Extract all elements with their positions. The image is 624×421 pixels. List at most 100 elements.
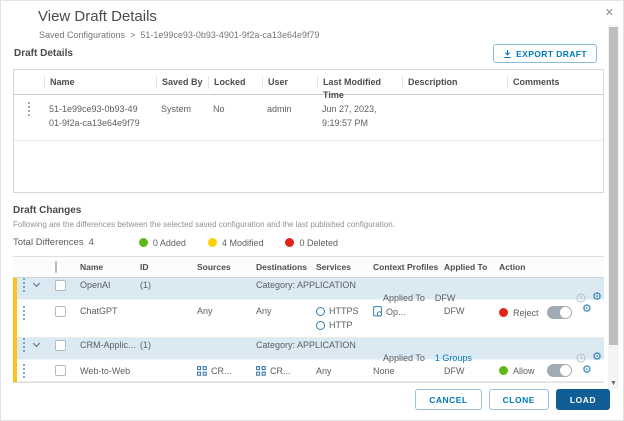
legend-modified: 4 Modified bbox=[207, 237, 264, 248]
rule-destinations: Any bbox=[256, 306, 272, 316]
breadcrumb: Saved Configurations > 51-1e99ce93-0b93-… bbox=[39, 30, 319, 40]
rule-id bbox=[136, 300, 193, 306]
export-draft-label: EXPORT DRAFT bbox=[516, 48, 587, 59]
rule-destinations[interactable]: CR... bbox=[270, 366, 291, 376]
rule-applied-to: DFW bbox=[444, 306, 465, 316]
column-applied-to: Applied To bbox=[444, 262, 488, 272]
column-user: User bbox=[262, 75, 317, 89]
column-sources: Sources bbox=[197, 262, 231, 272]
service-icon bbox=[316, 320, 325, 330]
draft-details-table: Name Saved By Locked User Last Modified … bbox=[13, 69, 604, 193]
draft-details-header-row: Name Saved By Locked User Last Modified … bbox=[14, 70, 603, 100]
group-rule-count: (1) bbox=[140, 340, 151, 350]
legend-deleted: 0 Deleted bbox=[285, 238, 338, 248]
drag-handle-icon[interactable] bbox=[19, 363, 29, 378]
modified-indicator-bar bbox=[13, 278, 17, 382]
rule-action-label: Reject bbox=[513, 307, 539, 318]
legend-added: 0 Added bbox=[138, 237, 186, 248]
column-comments: Comments bbox=[507, 75, 603, 89]
rule-applied-to: DFW bbox=[444, 365, 465, 376]
service-http[interactable]: HTTP bbox=[329, 320, 353, 330]
column-saved-by: Saved By bbox=[156, 75, 208, 89]
policy-group-row-crm[interactable]: CRM-Applic... (1) Category: APPLICATION … bbox=[13, 338, 604, 363]
chevron-down-icon[interactable] bbox=[32, 279, 41, 288]
dialog-footer: CANCEL CLONE LOAD bbox=[415, 389, 610, 410]
vertical-scrollbar[interactable]: ▼ bbox=[608, 25, 619, 389]
user-cell: admin bbox=[267, 104, 292, 114]
drag-handle-icon[interactable] bbox=[19, 338, 29, 352]
rule-name: Web-to-Web bbox=[80, 365, 131, 376]
scrollbar-thumb[interactable] bbox=[609, 27, 618, 345]
group-rule-count: (1) bbox=[140, 280, 151, 290]
clone-button[interactable]: CLONE bbox=[488, 389, 549, 410]
rule-action-label: Allow bbox=[513, 365, 535, 376]
clock-icon bbox=[576, 353, 586, 362]
service-icon bbox=[316, 306, 325, 316]
draft-name-cell: 51-1e99ce93-0b93-4901-9f2a-ca13e64e9f79 bbox=[49, 104, 140, 129]
column-services: Services bbox=[316, 262, 351, 272]
group-checkbox[interactable] bbox=[55, 339, 66, 351]
draft-changes-table: Name ID Sources Destinations Services Co… bbox=[13, 256, 604, 383]
row-menu-icon[interactable] bbox=[24, 102, 34, 116]
select-all-checkbox[interactable] bbox=[55, 261, 57, 273]
column-id: ID bbox=[140, 262, 149, 272]
cancel-button[interactable]: CANCEL bbox=[415, 389, 482, 410]
legend-modified-label: 4 Modified bbox=[221, 237, 264, 248]
rule-context-profiles: None bbox=[373, 365, 395, 376]
close-icon[interactable]: ✕ bbox=[605, 8, 614, 19]
locked-cell: No bbox=[213, 104, 225, 114]
allow-dot-icon bbox=[499, 366, 508, 375]
applied-to-label: Applied To bbox=[383, 352, 425, 363]
download-icon bbox=[504, 49, 511, 58]
draft-changes-heading: Draft Changes bbox=[13, 205, 82, 216]
gear-icon[interactable]: ⚙ bbox=[582, 365, 592, 376]
rule-checkbox[interactable] bbox=[55, 365, 66, 376]
gear-icon[interactable]: ⚙ bbox=[592, 352, 602, 363]
rule-enabled-toggle[interactable] bbox=[547, 364, 572, 377]
rule-name: ChatGPT bbox=[80, 306, 118, 316]
service-https[interactable]: HTTPS bbox=[329, 306, 359, 316]
policy-group-row-openai[interactable]: OpenAI (1) Category: APPLICATION Applied… bbox=[13, 278, 604, 303]
group-grid-icon bbox=[197, 365, 207, 376]
total-differences-label: Total Differences bbox=[13, 237, 84, 248]
page-title: View Draft Details bbox=[38, 8, 157, 25]
breadcrumb-current-draft-id: 51-1e99ce93-0b93-4901-9f2a-ca13e64e9f79 bbox=[140, 30, 320, 40]
column-locked: Locked bbox=[208, 75, 262, 89]
load-button[interactable]: LOAD bbox=[555, 389, 610, 410]
column-last-modified-time: Last Modified Time bbox=[317, 75, 402, 100]
context-profile-icon bbox=[373, 306, 382, 317]
rule-context-profiles[interactable]: Op... bbox=[386, 307, 406, 317]
drag-handle-icon[interactable] bbox=[19, 306, 29, 320]
rule-enabled-toggle[interactable] bbox=[547, 306, 572, 319]
scrollbar-down-arrow-icon[interactable]: ▼ bbox=[608, 380, 619, 387]
column-name: Name bbox=[44, 75, 156, 89]
rule-sources[interactable]: CR... bbox=[211, 366, 232, 376]
group-name: OpenAI bbox=[80, 280, 111, 290]
rule-row-web-to-web[interactable]: Web-to-Web CR... CR... Any None DFW Allo… bbox=[13, 360, 604, 382]
draft-details-heading: Draft Details bbox=[14, 48, 73, 59]
draft-details-row: 51-1e99ce93-0b93-4901-9f2a-ca13e64e9f79 … bbox=[14, 95, 603, 141]
column-description: Description bbox=[402, 75, 507, 89]
group-name: CRM-Applic... bbox=[80, 340, 136, 350]
legend-added-label: 0 Added bbox=[152, 237, 186, 248]
view-draft-details-dialog: View Draft Details ✕ Saved Configuration… bbox=[0, 0, 624, 421]
rule-checkbox[interactable] bbox=[55, 306, 66, 317]
column-action: Action bbox=[499, 262, 526, 272]
chevron-down-icon[interactable] bbox=[32, 339, 41, 348]
draft-changes-header-row: Name ID Sources Destinations Services Co… bbox=[13, 256, 604, 278]
deleted-dot-icon bbox=[285, 238, 295, 247]
column-context-profiles: Context Profiles bbox=[373, 262, 439, 272]
legend-deleted-label: 0 Deleted bbox=[299, 237, 338, 248]
column-name: Name bbox=[80, 262, 104, 272]
column-row-menu bbox=[14, 76, 44, 89]
last-modified-cell: Jun 27, 2023, 9:19:57 PM bbox=[322, 104, 377, 129]
breadcrumb-saved-configurations[interactable]: Saved Configurations bbox=[39, 30, 125, 40]
drag-handle-icon[interactable] bbox=[19, 278, 29, 292]
rule-row-chatgpt[interactable]: ChatGPT Any Any HTTPS HTTP Op... DFW Rej… bbox=[13, 300, 604, 338]
saved-by-cell: System bbox=[161, 104, 192, 114]
gear-icon[interactable]: ⚙ bbox=[582, 304, 592, 315]
group-checkbox[interactable] bbox=[55, 279, 66, 291]
export-draft-button[interactable]: EXPORT DRAFT bbox=[493, 44, 597, 63]
applied-to-groups-link[interactable]: 1 Groups bbox=[435, 353, 472, 363]
group-grid-icon bbox=[256, 365, 266, 376]
